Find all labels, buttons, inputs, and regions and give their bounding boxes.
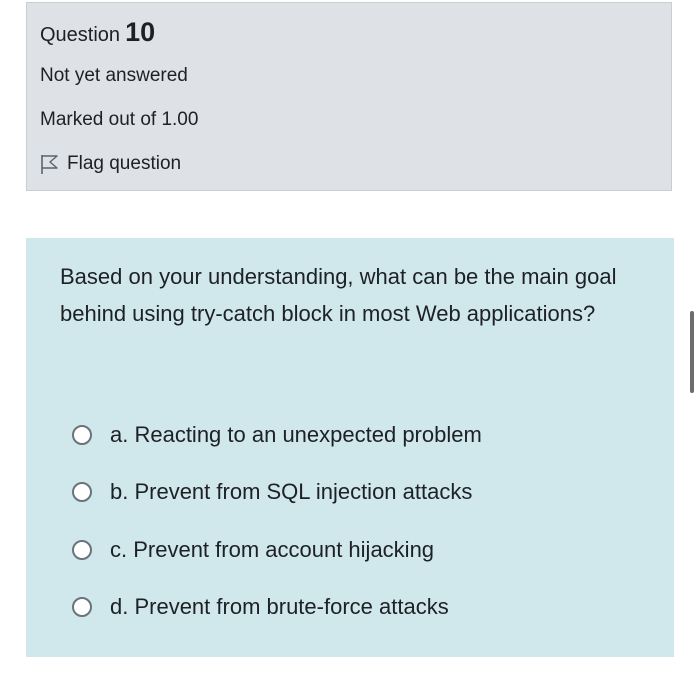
radio-unchecked-icon[interactable] <box>72 424 92 445</box>
question-text: Based on your understanding, what can be… <box>60 264 617 326</box>
question-title: Question 10 <box>40 16 155 51</box>
answer-option-a[interactable]: a. Reacting to an unexpected problem <box>72 406 482 464</box>
question-content-panel: Based on your understanding, what can be… <box>26 238 674 657</box>
answer-label[interactable]: b. Prevent from SQL injection attacks <box>110 479 472 505</box>
question-number: 10 <box>125 17 156 47</box>
question-label: Question <box>40 24 121 46</box>
question-info-panel: Question 10 Not yet answered Marked out o… <box>26 2 672 191</box>
radio-unchecked-icon[interactable] <box>72 482 92 503</box>
flag-question-label: Flag question <box>67 153 182 174</box>
radio-unchecked-icon[interactable] <box>72 597 92 618</box>
quiz-page: Question 10 Not yet answered Marked out o… <box>0 0 700 686</box>
answer-label[interactable]: a. Reacting to an unexpected problem <box>110 422 482 448</box>
answer-label[interactable]: d. Prevent from brute-force attacks <box>110 594 449 620</box>
flag-outline-icon <box>41 155 58 174</box>
answer-option-c[interactable]: c. Prevent from account hijacking <box>72 521 482 579</box>
flag-question-button[interactable]: Flag question <box>39 151 181 177</box>
answer-option-d[interactable]: d. Prevent from brute-force attacks <box>72 579 482 637</box>
answer-list: a. Reacting to an unexpected problem b. … <box>72 406 482 636</box>
question-state: Not yet answered <box>40 65 188 86</box>
answer-option-b[interactable]: b. Prevent from SQL injection attacks <box>72 464 482 522</box>
question-grade: Marked out of 1.00 <box>40 109 199 130</box>
scrollbar[interactable] <box>690 311 694 393</box>
radio-unchecked-icon[interactable] <box>72 539 92 560</box>
answer-label[interactable]: c. Prevent from account hijacking <box>110 537 434 563</box>
